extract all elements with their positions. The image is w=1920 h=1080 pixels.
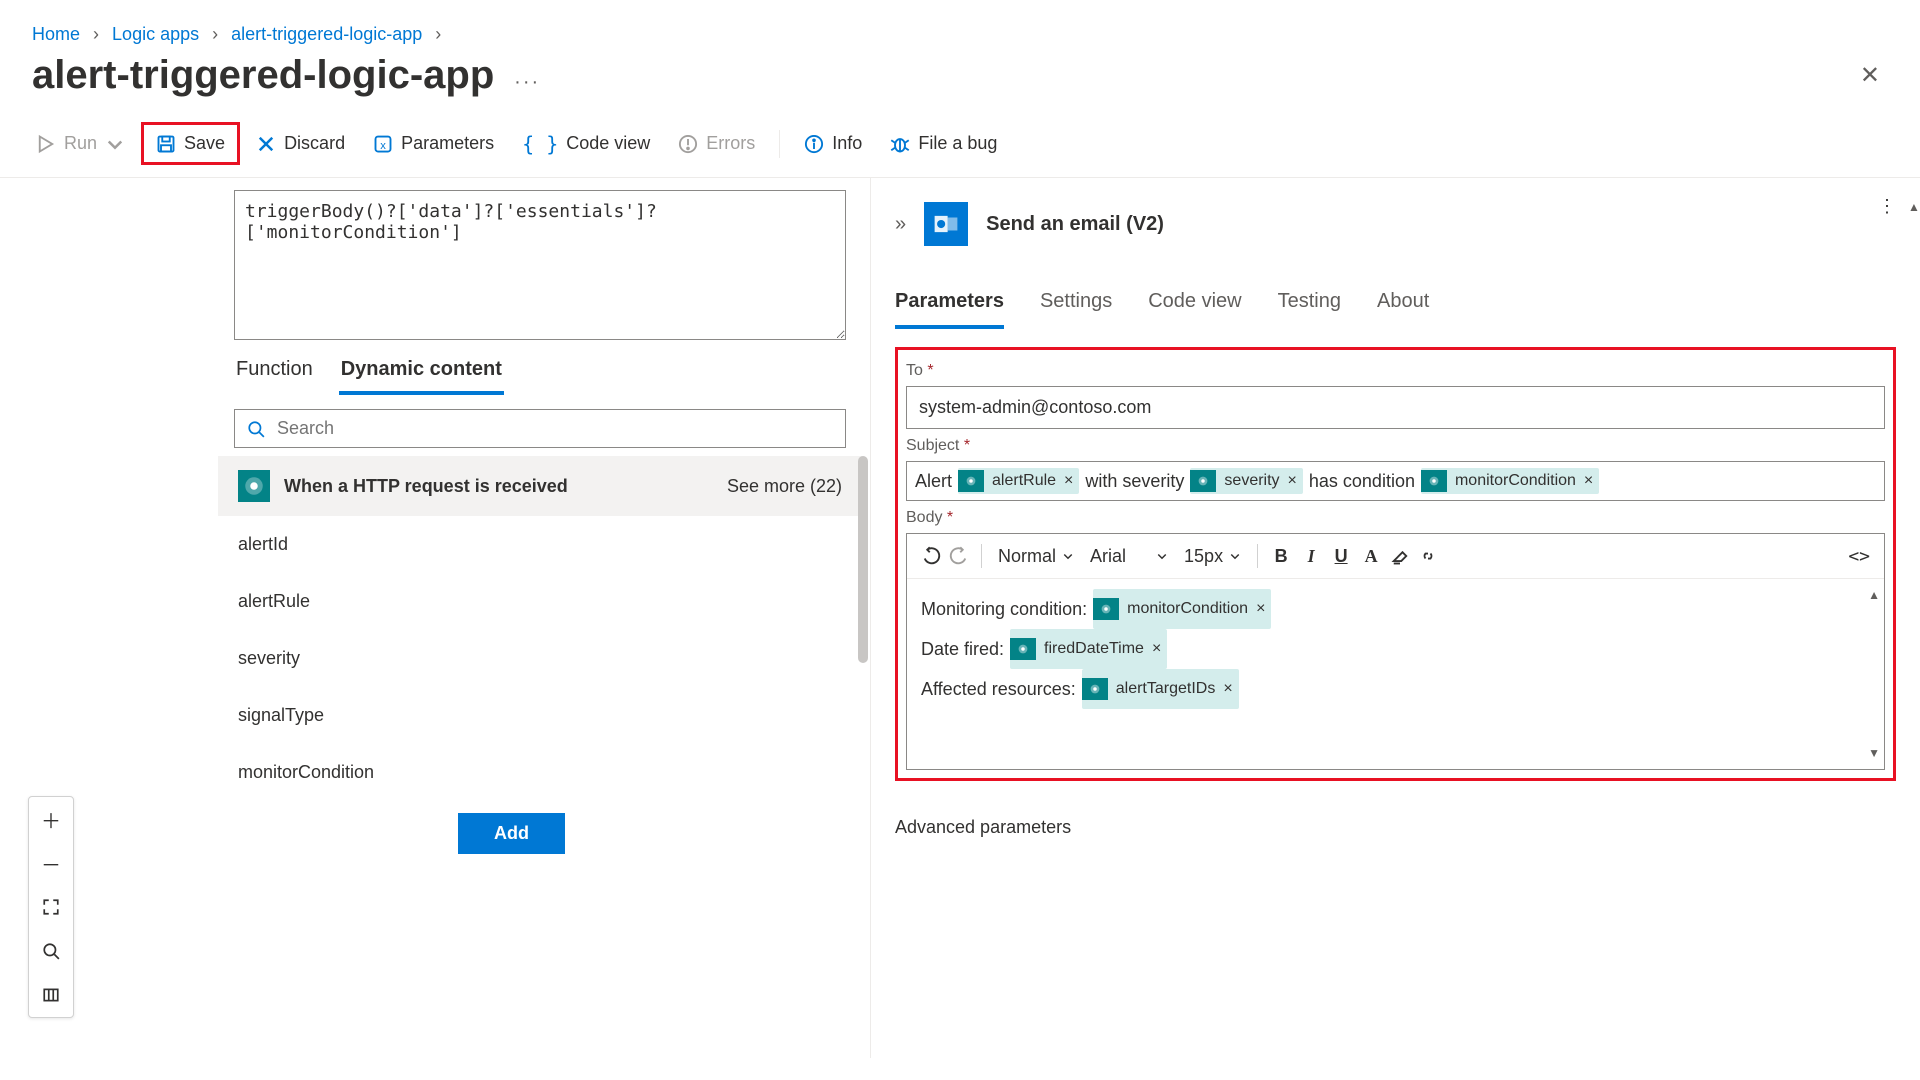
info-icon — [804, 134, 824, 154]
to-field[interactable]: system-admin@contoso.com — [906, 386, 1885, 429]
dc-item-alertrule[interactable]: alertRule — [218, 573, 862, 630]
fit-screen-button[interactable] — [29, 885, 73, 929]
token-alerttargetids[interactable]: alertTargetIDs× — [1082, 669, 1239, 709]
token-remove-icon[interactable]: × — [1064, 472, 1079, 490]
bold-icon[interactable]: B — [1270, 545, 1292, 567]
toolbar-separator — [779, 130, 780, 158]
function-tabs: Function Dynamic content — [210, 340, 870, 395]
braces-icon: { } — [522, 132, 558, 156]
outlook-icon — [924, 202, 968, 246]
bug-icon — [890, 134, 910, 154]
search-field[interactable] — [277, 418, 833, 439]
token-remove-icon[interactable]: × — [1288, 472, 1303, 490]
list-scrollbar[interactable] — [856, 456, 868, 801]
chevron-down-icon — [105, 134, 125, 154]
run-button[interactable]: Run — [24, 125, 137, 162]
subject-label: Subject * — [906, 437, 1885, 455]
info-button[interactable]: Info — [792, 125, 874, 162]
dc-item-monitorcondition[interactable]: monitorCondition — [218, 744, 862, 801]
save-button[interactable]: Save — [141, 122, 240, 165]
dc-section-header[interactable]: When a HTTP request is received See more… — [218, 456, 862, 516]
minimap-button[interactable] — [29, 973, 73, 1017]
parameters-button[interactable]: x Parameters — [361, 125, 506, 162]
body-label: Body * — [906, 509, 1885, 527]
action-title: Send an email (V2) — [986, 213, 1164, 236]
action-more-icon[interactable]: ⋮ — [1878, 196, 1896, 217]
discard-button[interactable]: Discard — [244, 125, 357, 162]
play-icon — [36, 134, 56, 154]
breadcrumb: Home › Logic apps › alert-triggered-logi… — [0, 0, 1920, 49]
tab-testing[interactable]: Testing — [1278, 284, 1341, 329]
zoom-search-button[interactable] — [29, 929, 73, 973]
parameters-icon: x — [373, 134, 393, 154]
errors-button[interactable]: Errors — [666, 125, 767, 162]
http-request-icon — [238, 470, 270, 502]
chevron-right-icon: › — [93, 24, 99, 44]
zoom-in-button[interactable]: ＋ — [29, 797, 73, 841]
save-icon — [156, 134, 176, 154]
font-select[interactable]: Arial — [1086, 546, 1172, 567]
bc-logicapps[interactable]: Logic apps — [112, 24, 199, 44]
body-content[interactable]: ▲ Monitoring condition: monitorCondition… — [907, 579, 1884, 769]
to-label: To * — [906, 362, 1885, 380]
page-title: alert-triggered-logic-app — [32, 53, 494, 98]
codeview-button[interactable]: { } Code view — [510, 124, 662, 164]
x-icon — [256, 134, 276, 154]
token-fireddatetime[interactable]: firedDateTime× — [1010, 629, 1167, 669]
richtext-toolbar: Normal Arial 15px B I U A <> — [907, 534, 1884, 579]
highlight-icon[interactable] — [1390, 546, 1410, 566]
bc-home[interactable]: Home — [32, 24, 80, 44]
fileabug-button[interactable]: File a bug — [878, 125, 1009, 162]
action-tabs: Parameters Settings Code view Testing Ab… — [895, 284, 1896, 329]
more-dots-icon[interactable]: ··· — [514, 71, 540, 93]
page-scrollbar[interactable]: ▲ — [1908, 200, 1918, 1080]
add-button[interactable]: Add — [458, 813, 565, 854]
codeview-toggle-icon[interactable]: <> — [1848, 546, 1870, 567]
zoom-controls: ＋ － — [28, 796, 74, 1018]
chevron-right-icon: › — [435, 24, 441, 44]
chevron-right-icon: › — [212, 24, 218, 44]
toolbar: Run Save Discard x Parameters { } Code v… — [0, 114, 1920, 178]
advanced-parameters-label: Advanced parameters — [895, 817, 1896, 838]
search-input[interactable] — [234, 409, 846, 448]
link-icon[interactable] — [1418, 546, 1438, 566]
fontcolor-icon[interactable]: A — [1360, 545, 1382, 567]
token-monitorcondition[interactable]: monitorCondition× — [1093, 589, 1271, 629]
error-icon — [678, 134, 698, 154]
dc-item-severity[interactable]: severity — [218, 630, 862, 687]
token-monitorcondition[interactable]: monitorCondition× — [1421, 468, 1599, 494]
tab-dynamic-content[interactable]: Dynamic content — [339, 352, 504, 395]
parameters-form: To * system-admin@contoso.com Subject * … — [895, 347, 1896, 781]
expression-textarea[interactable]: triggerBody()?['data']?['essentials']?['… — [234, 190, 846, 340]
heading-select[interactable]: Normal — [994, 546, 1078, 567]
redo-icon[interactable] — [949, 546, 969, 566]
tab-function[interactable]: Function — [234, 352, 315, 395]
scroll-down-icon[interactable]: ▼ — [1868, 741, 1880, 765]
collapse-panel-icon[interactable]: » — [895, 213, 906, 236]
close-icon[interactable]: ✕ — [1852, 53, 1888, 98]
scroll-up-icon[interactable]: ▲ — [1868, 583, 1880, 607]
subject-field[interactable]: Alert alertRule× with severity severity×… — [906, 461, 1885, 501]
token-severity[interactable]: severity× — [1190, 468, 1302, 494]
tab-codeview[interactable]: Code view — [1148, 284, 1241, 329]
dc-item-alertid[interactable]: alertId — [218, 516, 862, 573]
tab-settings[interactable]: Settings — [1040, 284, 1112, 329]
token-alertrule[interactable]: alertRule× — [958, 468, 1079, 494]
italic-icon[interactable]: I — [1300, 545, 1322, 567]
undo-icon[interactable] — [921, 546, 941, 566]
tab-parameters[interactable]: Parameters — [895, 284, 1004, 329]
dc-header-title: When a HTTP request is received — [284, 476, 568, 497]
size-select[interactable]: 15px — [1180, 546, 1245, 567]
tab-about[interactable]: About — [1377, 284, 1429, 329]
see-more-link[interactable]: See more (22) — [727, 476, 842, 497]
dynamic-content-list: When a HTTP request is received See more… — [210, 456, 862, 801]
dc-item-signaltype[interactable]: signalType — [218, 687, 862, 744]
body-field[interactable]: Normal Arial 15px B I U A <> ▲ Monitorin… — [906, 533, 1885, 770]
underline-icon[interactable]: U — [1330, 545, 1352, 567]
token-remove-icon[interactable]: × — [1584, 472, 1599, 490]
zoom-out-button[interactable]: － — [29, 841, 73, 885]
bc-appname[interactable]: alert-triggered-logic-app — [231, 24, 422, 44]
search-icon — [247, 420, 265, 438]
svg-text:x: x — [380, 140, 386, 152]
